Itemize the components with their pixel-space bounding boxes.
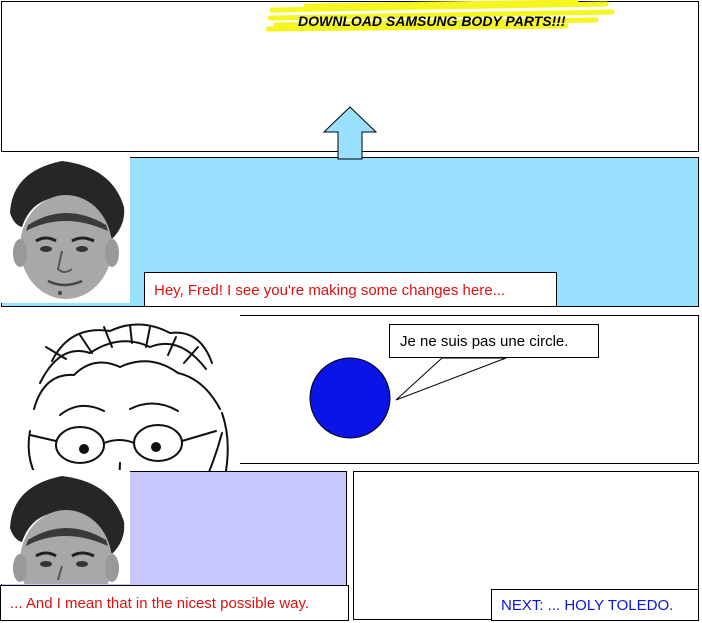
character-portrait-bottom: [0, 470, 130, 584]
blue-circle: [309, 357, 391, 439]
banner-download-link[interactable]: DOWNLOAD SAMSUNG BODY PARTS!!!: [298, 13, 566, 29]
speech-bubble: Je ne suis pas une circle.: [389, 324, 599, 358]
next-comic-link[interactable]: NEXT: ... HOLY TOLEDO.: [491, 589, 699, 621]
caption-nicest-way: ... And I mean that in the nicest possib…: [0, 585, 349, 621]
character-portrait-top: [0, 155, 130, 303]
caption-hey-fred: Hey, Fred! I see you're making some chan…: [144, 272, 557, 307]
speech-tail: [380, 350, 520, 410]
up-arrow-icon: [322, 106, 378, 160]
